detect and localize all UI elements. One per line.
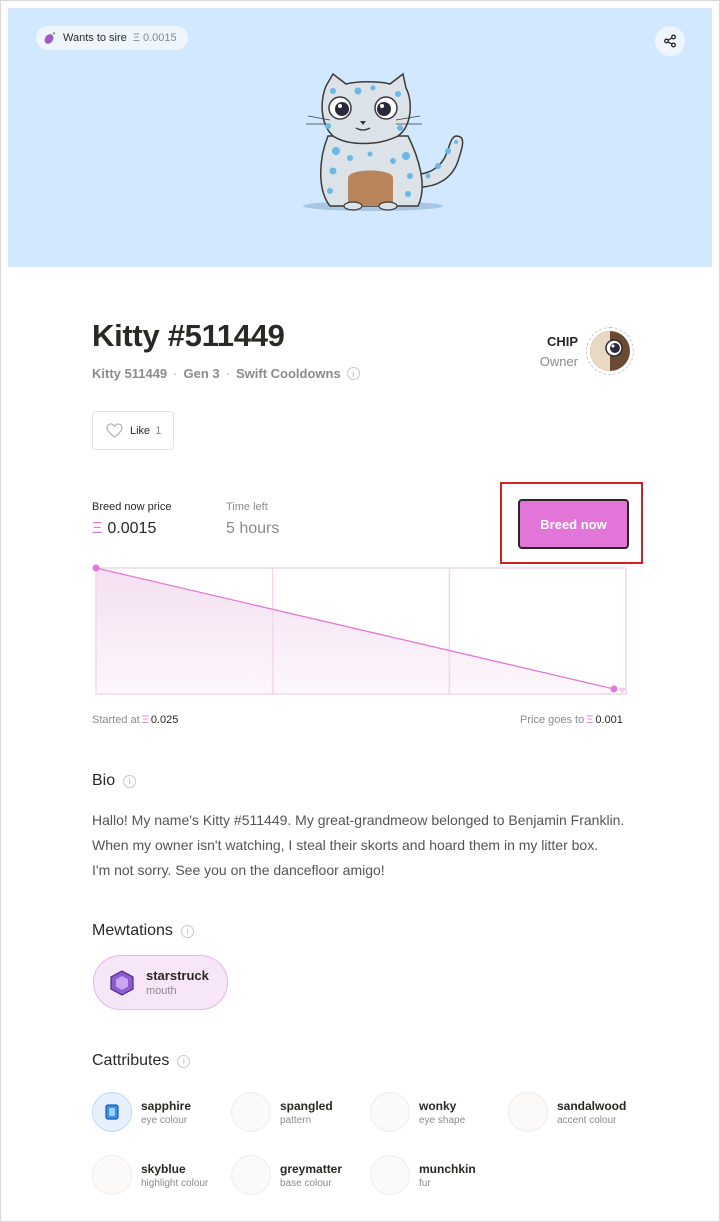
chart-start-value: 0.025	[150, 714, 179, 726]
like-label: Like	[130, 424, 151, 437]
chart-area-fill	[96, 568, 614, 694]
cattributes-heading: Cattributes i	[92, 1052, 191, 1070]
heart-icon	[106, 423, 123, 438]
cattribute-name: sandalwood	[557, 1098, 627, 1113]
cattribute-type: base colour	[280, 1177, 332, 1189]
kitty-subtitle: Kitty 511449 · Gen 3 · Swift Cooldowns i	[92, 366, 360, 381]
price-decline-chart	[92, 564, 627, 695]
like-count: 1	[155, 424, 162, 437]
bio-line: I'm not sorry. See you on the dancefloor…	[92, 862, 385, 878]
info-icon[interactable]: i	[123, 774, 137, 788]
cattribute-swatch	[370, 1092, 410, 1132]
cattribute-type: highlight colour	[141, 1177, 209, 1189]
cattribute-type: accent colour	[557, 1114, 617, 1126]
breed-price-amount: 0.0015	[107, 520, 157, 537]
cattribute-type: pattern	[280, 1114, 312, 1126]
cattribute-name: skyblue	[141, 1161, 186, 1176]
cattribute-item[interactable]: munchkin fur	[370, 1155, 476, 1195]
cattribute-name: wonky	[419, 1098, 457, 1113]
sire-badge-price: Ξ 0.0015	[132, 32, 177, 44]
ether-icon: Ξ	[586, 714, 594, 726]
cattribute-name: sapphire	[141, 1098, 192, 1113]
gem-icon	[110, 969, 134, 996]
cooldown-text: Swift Cooldowns	[235, 366, 341, 381]
cattribute-name: greymatter	[280, 1161, 343, 1176]
chart-end-value: 0.001	[595, 714, 623, 726]
breed-now-button[interactable]: Breed now	[518, 499, 629, 549]
cattribute-item[interactable]: spangled pattern	[231, 1092, 333, 1132]
bio-line: When my owner isn't watching, I steal th…	[92, 837, 599, 853]
generation-text: Gen 3	[183, 366, 220, 381]
separator-dot: ·	[173, 366, 178, 381]
time-left-value: 5 hours	[226, 520, 280, 537]
info-icon[interactable]: i	[346, 367, 360, 380]
sapphire-swatch-icon	[92, 1092, 132, 1132]
cattribute-item[interactable]: skyblue highlight colour	[92, 1155, 208, 1195]
breed-price-label: Breed now price	[92, 501, 172, 513]
mewtations-heading: Mewtations i	[92, 922, 194, 940]
ether-icon: Ξ	[92, 520, 103, 537]
owner-avatar-image	[590, 331, 630, 371]
mewtation-chip[interactable]: starstruck mouth	[93, 955, 228, 1010]
chart-start-label: Started at	[92, 714, 140, 726]
cattribute-item[interactable]: wonky eye shape	[370, 1092, 465, 1132]
cattribute-item[interactable]: greymatter base colour	[231, 1155, 342, 1195]
separator-dot: ·	[225, 366, 230, 381]
cattribute-type: fur	[419, 1177, 431, 1189]
cattribute-item[interactable]: sandalwood accent colour	[508, 1092, 626, 1132]
cattribute-swatch	[508, 1092, 548, 1132]
kitty-title: Kitty #511449	[92, 318, 285, 353]
kitty-hero-banner: Wants to sire Ξ 0.0015	[8, 8, 712, 267]
owner-name[interactable]: CHIP	[520, 334, 578, 349]
mewtation-type: mouth	[146, 985, 177, 997]
chart-start-price: Started at Ξ 0.025	[92, 714, 178, 726]
cattribute-swatch	[231, 1092, 271, 1132]
info-icon[interactable]: i	[177, 1054, 191, 1068]
breed-price-value: Ξ 0.0015	[92, 520, 156, 538]
chart-start-point	[92, 564, 100, 572]
bio-line: Hallo! My name's Kitty #511449. My great…	[92, 812, 625, 828]
mewtation-name: starstruck	[146, 968, 209, 983]
ether-icon: Ξ	[141, 714, 149, 726]
time-left-label: Time left	[226, 501, 268, 513]
bio-text: Hallo! My name's Kitty #511449. My great…	[92, 808, 652, 883]
bio-heading-text: Bio	[92, 772, 116, 789]
share-icon	[664, 34, 676, 48]
cattribute-swatch	[92, 1155, 132, 1195]
chart-end-point	[610, 685, 618, 693]
share-button[interactable]	[655, 26, 685, 56]
sire-badge-label: Wants to sire	[63, 32, 127, 44]
owner-role: Owner	[539, 354, 578, 369]
info-icon[interactable]: i	[180, 924, 194, 938]
kitty-id-text: Kitty 511449	[92, 366, 168, 381]
cattribute-type: eye shape	[419, 1114, 466, 1126]
eye-colour-icon	[105, 1104, 119, 1120]
cattributes-heading-text: Cattributes	[92, 1052, 170, 1069]
cattribute-name: munchkin	[419, 1161, 476, 1176]
owner-info[interactable]: CHIP Owner	[520, 334, 578, 369]
cattribute-type: eye colour	[141, 1114, 188, 1126]
mewtations-heading-text: Mewtations	[92, 922, 173, 939]
like-button[interactable]: Like 1	[92, 411, 174, 450]
chart-end-price: Price goes to Ξ 0.001	[520, 714, 623, 726]
kitty-illustration	[303, 72, 464, 211]
chart-end-label: Price goes to	[520, 714, 585, 726]
cattribute-name: spangled	[280, 1098, 333, 1113]
wants-to-sire-badge[interactable]: Wants to sire Ξ 0.0015	[36, 26, 188, 50]
chart-heart-icon	[618, 687, 626, 693]
cattribute-swatch	[370, 1155, 410, 1195]
eggplant-icon	[44, 32, 55, 44]
bio-heading: Bio i	[92, 772, 137, 790]
cattribute-swatch	[231, 1155, 271, 1195]
cattribute-item[interactable]: sapphire eye colour	[92, 1092, 191, 1132]
owner-avatar[interactable]	[586, 327, 634, 375]
